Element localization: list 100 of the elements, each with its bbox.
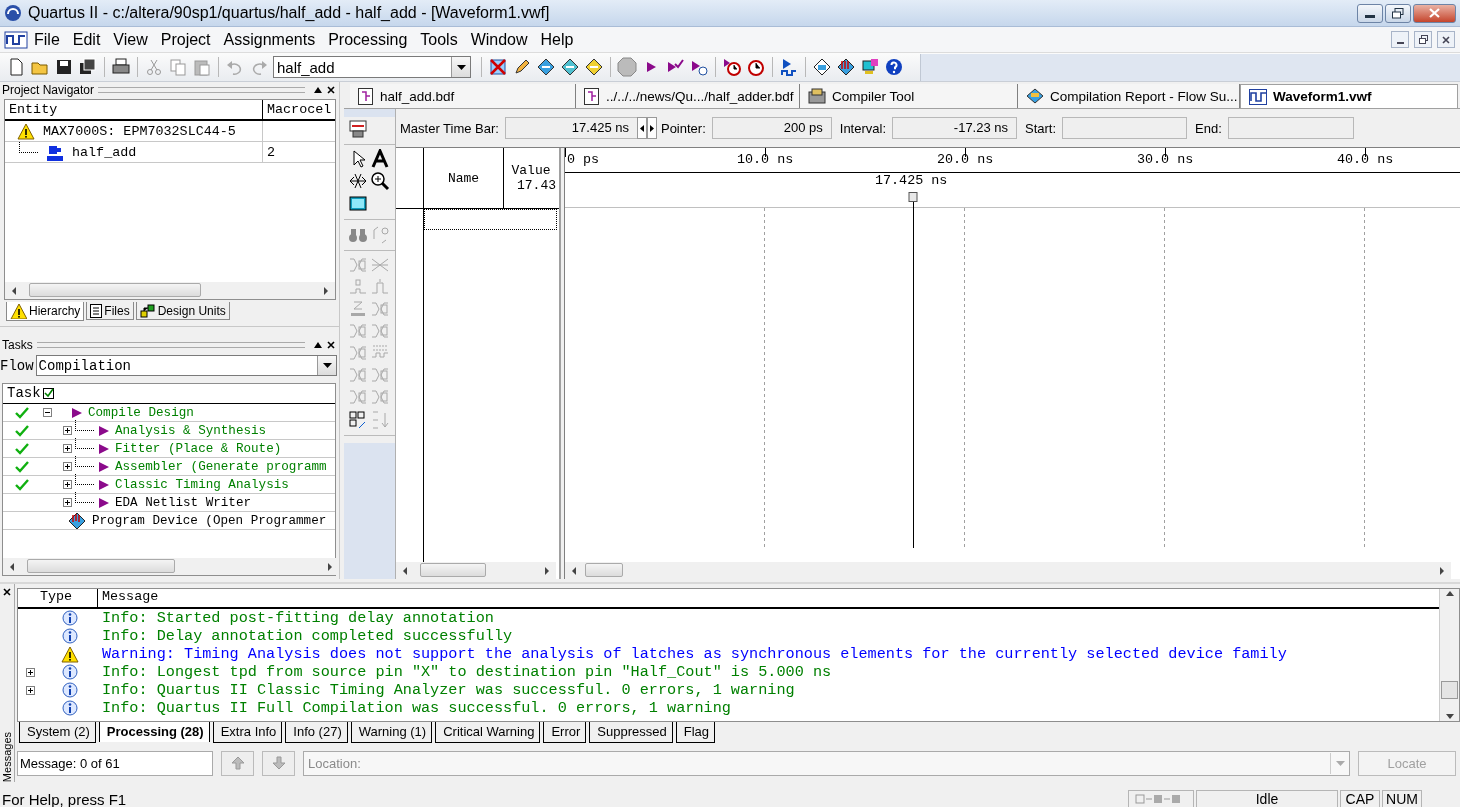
collapse-icon[interactable]: [314, 341, 322, 348]
run-triangle-icon[interactable]: [97, 496, 109, 509]
tree-item[interactable]: MAX7000S: EPM7032SLC44-5: [43, 123, 236, 139]
stop-icon[interactable]: [617, 57, 637, 77]
close-icon[interactable]: [3, 588, 11, 596]
menu-item[interactable]: Assignments: [217, 28, 323, 51]
task-item[interactable]: Compile Design: [88, 405, 194, 420]
scroll-up-icon[interactable]: [1444, 589, 1455, 597]
grid-select-icon[interactable]: [348, 410, 368, 430]
spin-right-icon[interactable]: [649, 124, 654, 132]
master-time-bar[interactable]: [907, 192, 919, 548]
horizontal-scrollbar[interactable]: [565, 562, 1451, 579]
menu-item[interactable]: Window: [464, 28, 535, 51]
run-triangle-icon[interactable]: [97, 478, 109, 491]
message-tab[interactable]: Warning (1): [350, 722, 433, 743]
document-tab[interactable]: ../../../news/Qu.../half_adder.bdf: [576, 84, 800, 108]
chip-x-icon[interactable]: [488, 57, 508, 77]
menu-item[interactable]: Project: [154, 28, 218, 51]
menu-item[interactable]: Help: [534, 28, 581, 51]
message-tab[interactable]: Suppressed: [589, 722, 673, 743]
collapse-icon[interactable]: [314, 86, 322, 93]
scrollbar-thumb[interactable]: [1441, 681, 1458, 699]
message-text[interactable]: Warning: Timing Analysis does not support the analysis of latches as synchronous elements for the currently selected device family: [102, 645, 1287, 663]
panel-tab[interactable]: Files: [86, 302, 134, 320]
restore-document-button[interactable]: [1414, 31, 1432, 48]
message-tab[interactable]: Info (27): [285, 722, 348, 743]
programmer-icon[interactable]: [836, 57, 856, 77]
run-triangle-icon[interactable]: [97, 460, 109, 473]
column-header[interactable]: Message: [98, 589, 159, 607]
message-text[interactable]: Info: Longest tpd from source pin "X" to destination pin "Half_Cout" is 5.000 ns: [102, 663, 832, 681]
expand-box-icon[interactable]: [63, 426, 72, 435]
message-text[interactable]: Info: Started post-fitting delay annotation: [102, 609, 494, 627]
monitor-icon[interactable]: [860, 57, 880, 77]
print-icon[interactable]: [111, 57, 131, 77]
horizontal-scrollbar[interactable]: [3, 558, 339, 575]
menu-item[interactable]: File: [28, 28, 67, 51]
scroll-right-icon[interactable]: [542, 564, 552, 577]
scroll-right-icon[interactable]: [325, 560, 335, 573]
save-icon[interactable]: [54, 57, 74, 77]
run-triangle-icon[interactable]: [70, 406, 82, 419]
project-dropdown[interactable]: half_add: [273, 56, 471, 78]
minimize-document-button[interactable]: [1391, 31, 1409, 48]
help-icon[interactable]: [884, 57, 904, 77]
scroll-right-icon[interactable]: [1437, 564, 1447, 577]
menu-item[interactable]: Processing: [322, 28, 415, 51]
restore-button[interactable]: [1385, 3, 1411, 23]
message-tab[interactable]: Extra Info: [212, 722, 283, 743]
run-triangle-icon[interactable]: [97, 424, 109, 437]
message-tab[interactable]: Critical Warning: [435, 722, 541, 743]
expand-box-icon[interactable]: [63, 462, 72, 471]
column-header[interactable]: Name: [424, 148, 504, 208]
message-text[interactable]: Info: Quartus II Full Compilation was successful. 0 errors, 1 warning: [102, 699, 731, 717]
message-tab[interactable]: Error: [543, 722, 587, 743]
document-tab[interactable]: half_add.bdf: [350, 84, 576, 108]
expand-box-icon[interactable]: [25, 667, 35, 677]
chip-planner-icon[interactable]: [812, 57, 832, 77]
programmer-icon[interactable]: [68, 511, 86, 530]
message-text[interactable]: Info: Quartus II Classic Timing Analyzer was successful. 0 errors, 1 warning: [102, 681, 795, 699]
task-item[interactable]: EDA Netlist Writer: [115, 495, 252, 510]
horizontal-scrollbar[interactable]: [5, 282, 335, 299]
simulate-icon[interactable]: [779, 57, 799, 77]
expand-box-icon[interactable]: [63, 480, 72, 489]
collapse-box-icon[interactable]: [43, 408, 52, 417]
full-screen-icon[interactable]: [348, 194, 368, 214]
minimize-button[interactable]: [1357, 3, 1383, 23]
document-tab[interactable]: Compilation Report - Flow Su...: [1018, 84, 1240, 108]
document-tab[interactable]: Compiler Tool: [800, 84, 1018, 108]
run-triangle-icon[interactable]: [97, 442, 109, 455]
checkbox-icon[interactable]: [42, 388, 54, 399]
column-header[interactable]: Macrocel: [263, 100, 332, 119]
task-item[interactable]: Fitter (Place & Route): [115, 441, 282, 456]
save-all-icon[interactable]: [78, 57, 98, 77]
node-finder-icon[interactable]: [348, 171, 368, 191]
task-item[interactable]: Analysis & Synthesis: [115, 423, 267, 438]
flow-dropdown[interactable]: Compilation: [35, 355, 337, 376]
close-document-button[interactable]: [1437, 31, 1455, 48]
location-combo[interactable]: Location:: [303, 750, 1350, 776]
scrollbar-thumb[interactable]: [27, 559, 175, 573]
message-text[interactable]: Info: Delay annotation completed successfully: [102, 627, 513, 645]
column-header[interactable]: Entity: [5, 100, 263, 119]
timer-play-icon[interactable]: [722, 57, 742, 77]
menu-item[interactable]: Edit: [66, 28, 108, 51]
expand-box-icon[interactable]: [63, 498, 72, 507]
expand-box-icon[interactable]: [63, 444, 72, 453]
scrollbar-thumb[interactable]: [585, 563, 623, 577]
signal-name-cell[interactable]: [424, 209, 557, 230]
scrollbar-thumb[interactable]: [29, 283, 201, 297]
timing-diamond-icon[interactable]: [584, 57, 604, 77]
location-field[interactable]: Location:: [304, 754, 1330, 772]
task-item[interactable]: Classic Timing Analysis: [115, 477, 289, 492]
analysis-diamond-icon[interactable]: [560, 57, 580, 77]
tree-item[interactable]: half_add: [72, 144, 137, 160]
close-icon[interactable]: [327, 85, 335, 94]
panel-tab[interactable]: Design Units: [135, 302, 230, 320]
expand-box-icon[interactable]: [25, 685, 35, 695]
horizontal-scrollbar[interactable]: [396, 562, 556, 579]
scroll-right-icon[interactable]: [321, 284, 331, 297]
pencil-icon[interactable]: [512, 57, 532, 77]
panel-tab[interactable]: Hierarchy: [6, 302, 85, 321]
message-tab[interactable]: System (2): [19, 722, 96, 743]
